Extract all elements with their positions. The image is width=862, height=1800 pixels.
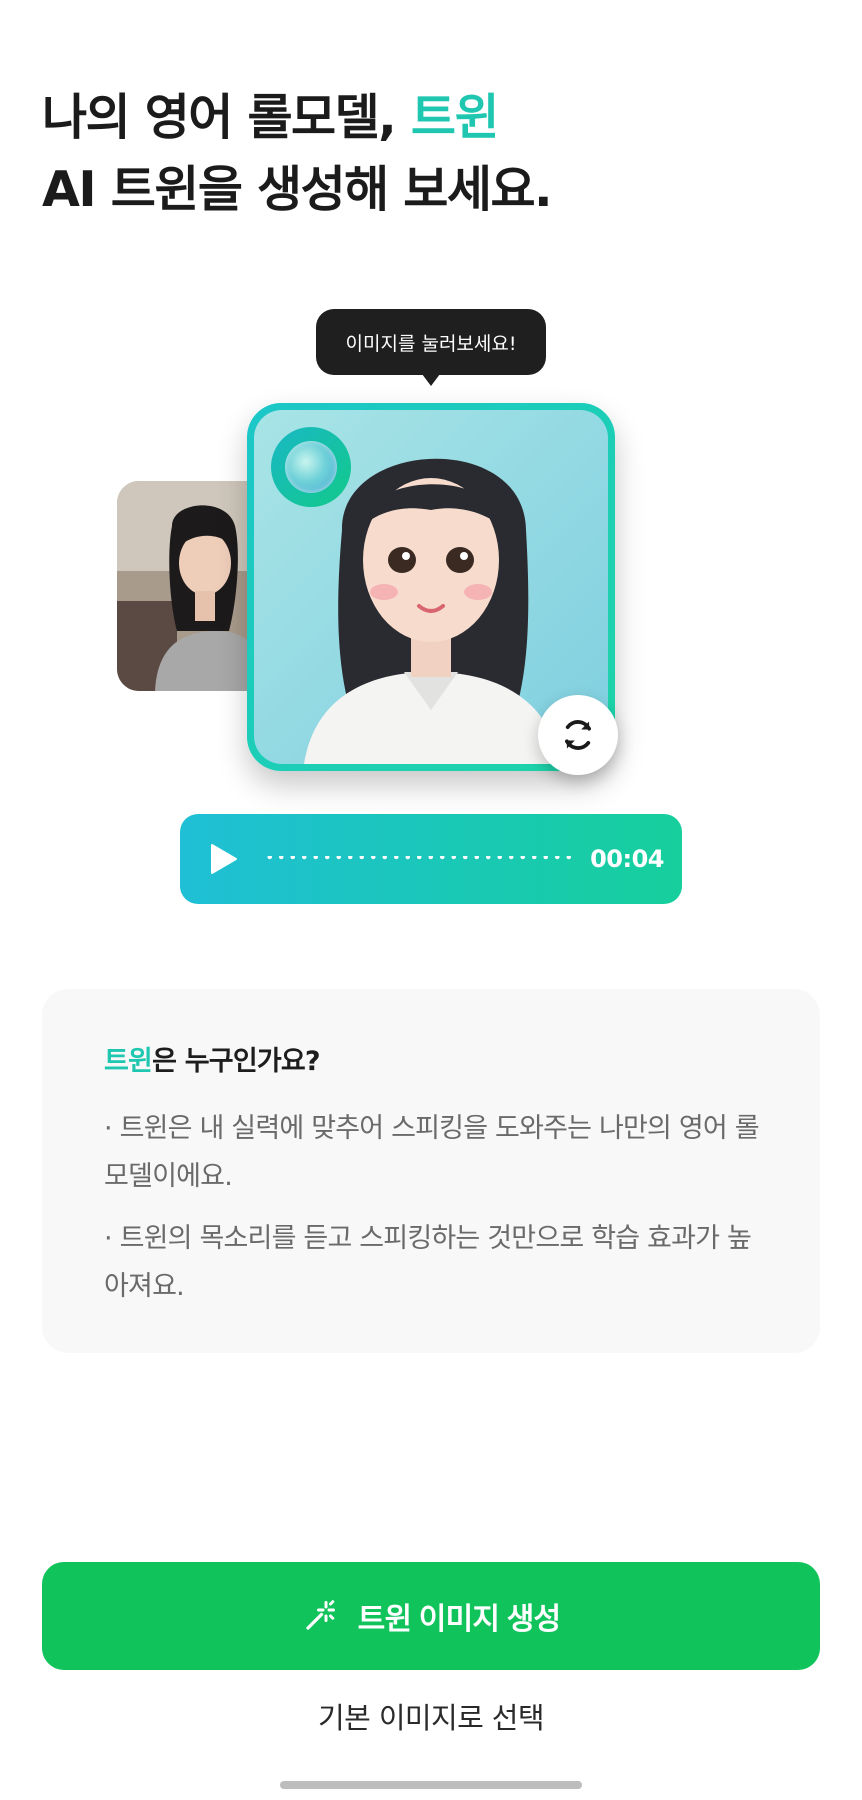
info-bullet: · 트윈의 목소리를 듣고 스피킹하는 것만으로 학습 효과가 높아져요. [104,1223,752,1302]
play-icon[interactable] [204,841,240,877]
refresh-icon [565,720,591,750]
headline-accent: 트윈 [410,89,500,146]
home-indicator [280,1781,582,1789]
original-photo-image [117,481,267,691]
generate-twin-image-button[interactable]: 트윈 이미지 생성 [42,1562,820,1670]
tap-image-tooltip: 이미지를 눌러보세요! [316,309,546,386]
twin-info-card: 트윈은 누구인가요? · 트윈은 내 실력에 맞추어 스피킹을 도와주는 나만의… [42,989,820,1353]
original-photo[interactable] [117,481,267,691]
headline-line-2: AI 트윈을 생성해 보세요. [42,161,553,218]
audio-progress-dots [264,856,574,862]
audio-duration: 00:04 [590,845,664,873]
headline-line-1: 나의 영어 롤모델, 트윈 [42,82,551,154]
tooltip-text: 이미지를 눌러보세요! [345,332,517,355]
info-title: 트윈은 누구인가요? [104,1039,321,1078]
refresh-image-button[interactable] [538,695,618,775]
magic-wand-icon [306,1600,335,1630]
generate-button-label: 트윈 이미지 생성 [357,1603,561,1636]
headline-prefix: 나의 영어 롤모델, [42,89,411,146]
ai-orb-icon [271,427,351,507]
info-title-rest: 은 누구인가요? [152,1046,321,1077]
info-bullets: · 트윈은 내 실력에 맞추어 스피킹을 도와주는 나만의 영어 롤모델이에요.… [104,1105,764,1325]
info-title-accent: 트윈 [104,1046,153,1077]
info-bullet: · 트윈은 내 실력에 맞추어 스피킹을 도와주는 나만의 영어 롤모델이에요. [104,1113,760,1192]
select-default-image-link[interactable]: 기본 이미지로 선택 [0,1695,862,1737]
ai-orb [285,441,337,493]
page-title: 나의 영어 롤모델, 트윈 AI 트윈을 생성해 보세요. [42,82,553,226]
voice-preview-player[interactable]: 00:04 [180,814,682,904]
